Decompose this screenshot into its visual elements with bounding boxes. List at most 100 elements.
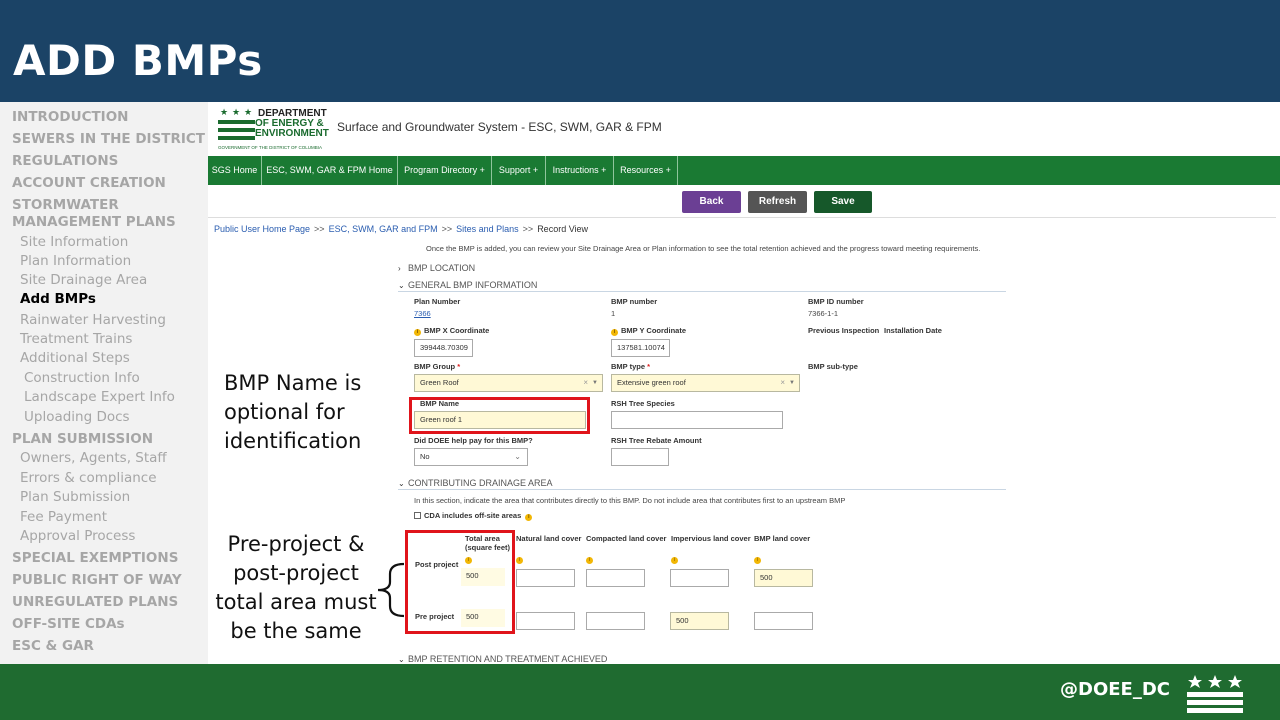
offsite-checkbox-row[interactable]: CDA includes off-site areas i: [414, 511, 535, 521]
info-icon: i: [586, 557, 593, 564]
bmp-type-select[interactable]: Extensive green roof × ▼: [611, 374, 800, 392]
doee-logo: ★ ★ ★ DEPARTMENT OF ENERGY & ENVIRONMENT…: [218, 107, 330, 150]
doee-help-label: Did DOEE help pay for this BMP?: [414, 436, 533, 445]
nav-item-plan-submission-sub[interactable]: Plan Submission: [20, 489, 130, 506]
chevron-right-icon: ›: [398, 264, 401, 273]
nav-item-account-creation[interactable]: ACCOUNT CREATION: [12, 175, 166, 192]
bmp-group-select[interactable]: Green Roof × ▼: [414, 374, 603, 392]
col-impervious: Impervious land cover: [671, 534, 751, 543]
caret-down-icon[interactable]: ▼: [592, 375, 598, 391]
save-button[interactable]: Save: [814, 191, 872, 213]
nav-item-regulations[interactable]: REGULATIONS: [12, 153, 118, 170]
nav-item-stormwater[interactable]: STORMWATER: [12, 197, 119, 214]
nav-item-sewers[interactable]: SEWERS IN THE DISTRICT: [12, 131, 205, 148]
nav-item-site-drainage-area[interactable]: Site Drainage Area: [20, 272, 147, 289]
bmp-name-highlight: [409, 397, 590, 434]
section-rule: [398, 489, 1006, 490]
menu-sgs-home[interactable]: SGS Home: [208, 156, 262, 185]
nav-item-landscape-expert-info[interactable]: Landscape Expert Info: [24, 389, 175, 406]
dc-flag-icon: [1187, 675, 1243, 713]
annotation-total-area: Pre-project & post-project total area mu…: [215, 532, 377, 643]
x-coordinate-input[interactable]: 399448.70309: [414, 339, 473, 357]
col-compacted: Compacted land cover: [586, 534, 667, 543]
nav-item-public-right-of-way[interactable]: PUBLIC RIGHT OF WAY: [12, 572, 182, 589]
nav-item-off-site-cdas[interactable]: OFF-SITE CDAs: [12, 616, 125, 633]
menu-program-directory[interactable]: Program Directory +: [398, 156, 492, 185]
nav-item-plan-information[interactable]: Plan Information: [20, 253, 131, 270]
previous-inspection-label: Previous Inspection: [808, 326, 880, 335]
nav-item-introduction[interactable]: INTRODUCTION: [12, 109, 128, 126]
menu-instructions[interactable]: Instructions +: [546, 156, 614, 185]
menu-support[interactable]: Support +: [492, 156, 546, 185]
annotation-bmp-name: BMP Name is optional for identification: [224, 371, 362, 453]
section-retention[interactable]: ⌄ BMP RETENTION AND TREATMENT ACHIEVED: [398, 654, 607, 664]
post-natural-input[interactable]: [516, 569, 575, 587]
pre-bmp-input[interactable]: [754, 612, 813, 630]
rsh-rebate-input[interactable]: [611, 448, 669, 466]
info-icon: i: [611, 329, 618, 336]
offsite-checkbox[interactable]: [414, 512, 421, 519]
info-note: Once the BMP is added, you can review yo…: [426, 244, 981, 253]
refresh-button[interactable]: Refresh: [748, 191, 807, 213]
nav-item-construction-info[interactable]: Construction Info: [24, 370, 140, 387]
doee-help-select[interactable]: No ⌄: [414, 448, 528, 466]
nav-item-rainwater-harvesting[interactable]: Rainwater Harvesting: [20, 312, 166, 329]
section-general-bmp[interactable]: ⌄ GENERAL BMP INFORMATION: [398, 280, 537, 290]
pre-natural-input[interactable]: [516, 612, 575, 630]
nav-item-unregulated-plans[interactable]: UNREGULATED PLANS: [12, 594, 178, 611]
menu-esc-swm-home[interactable]: ESC, SWM, GAR & FPM Home: [262, 156, 398, 185]
slide-title: ADD BMPs: [13, 36, 263, 85]
menu-resources[interactable]: Resources +: [614, 156, 678, 185]
nav-item-plan-submission[interactable]: PLAN SUBMISSION: [12, 431, 153, 448]
nav-item-treatment-trains[interactable]: Treatment Trains: [20, 331, 132, 348]
pre-compacted-input[interactable]: [586, 612, 645, 630]
post-bmp-input[interactable]: 500: [754, 569, 813, 587]
slide-header: ADD BMPs: [0, 0, 1280, 102]
logo-text-3: ENVIRONMENT: [255, 128, 329, 139]
nav-item-esc-gar[interactable]: ESC & GAR: [12, 638, 94, 655]
section-bmp-location[interactable]: › BMP LOCATION: [398, 263, 475, 273]
post-compacted-input[interactable]: [586, 569, 645, 587]
clear-icon[interactable]: ×: [780, 375, 785, 391]
logo-bar: [218, 128, 255, 132]
y-coordinate-input[interactable]: 137581.10074: [611, 339, 670, 357]
curly-brace-icon: [377, 562, 405, 618]
bmp-id-label: BMP ID number: [808, 297, 864, 306]
breadcrumb-home[interactable]: Public User Home Page: [214, 224, 310, 234]
rsh-species-input[interactable]: [611, 411, 783, 429]
post-impervious-input[interactable]: [670, 569, 729, 587]
bmp-group-label: BMP Group *: [414, 362, 461, 371]
nav-item-fee-payment[interactable]: Fee Payment: [20, 509, 107, 526]
info-icon: i: [754, 557, 761, 564]
divider: [208, 217, 1276, 218]
nav-item-uploading-docs[interactable]: Uploading Docs: [24, 409, 130, 426]
nav-item-add-bmps[interactable]: Add BMPs: [20, 291, 96, 308]
chevron-down-icon: ⌄: [398, 281, 405, 290]
nav-item-management-plans[interactable]: MANAGEMENT PLANS: [12, 214, 176, 231]
breadcrumb-sites-plans[interactable]: Sites and Plans: [456, 224, 519, 234]
nav-item-site-information[interactable]: Site Information: [20, 234, 128, 251]
info-icon: i: [525, 514, 533, 521]
breadcrumb-esc-swm[interactable]: SWM, GAR and FPM: [352, 224, 438, 234]
nav-item-approval-process[interactable]: Approval Process: [20, 528, 135, 545]
nav-item-special-exemptions[interactable]: SPECIAL EXEMPTIONS: [12, 550, 178, 567]
logo-text-4: GOVERNMENT OF THE DISTRICT OF COLUMBIA: [218, 145, 323, 150]
section-cda[interactable]: ⌄ CONTRIBUTING DRAINAGE AREA: [398, 478, 553, 488]
back-button[interactable]: Back: [682, 191, 741, 213]
star-icon: ★: [220, 107, 229, 117]
section-rule: [398, 291, 1006, 292]
breadcrumb: Public User Home Page >> ESC, SWM, GAR and…: [214, 224, 589, 234]
pre-impervious-input[interactable]: 500: [670, 612, 729, 630]
star-icon: ★: [232, 107, 241, 117]
caret-down-icon[interactable]: ▼: [789, 375, 795, 391]
bmp-number-label: BMP number: [611, 297, 658, 306]
info-icon: i: [516, 557, 523, 564]
plan-number-link[interactable]: 7366: [414, 309, 431, 318]
plan-number-label: Plan Number: [414, 297, 461, 306]
slide: ADD BMPs INTRODUCTION SEWERS IN THE DIST…: [0, 0, 1280, 720]
nav-item-errors-compliance[interactable]: Errors & compliance: [20, 470, 157, 487]
clear-icon[interactable]: ×: [583, 375, 588, 391]
nav-item-owners-agents-staff[interactable]: Owners, Agents, Staff: [20, 450, 167, 467]
total-area-highlight: [405, 530, 515, 634]
nav-item-additional-steps[interactable]: Additional Steps: [20, 350, 130, 367]
